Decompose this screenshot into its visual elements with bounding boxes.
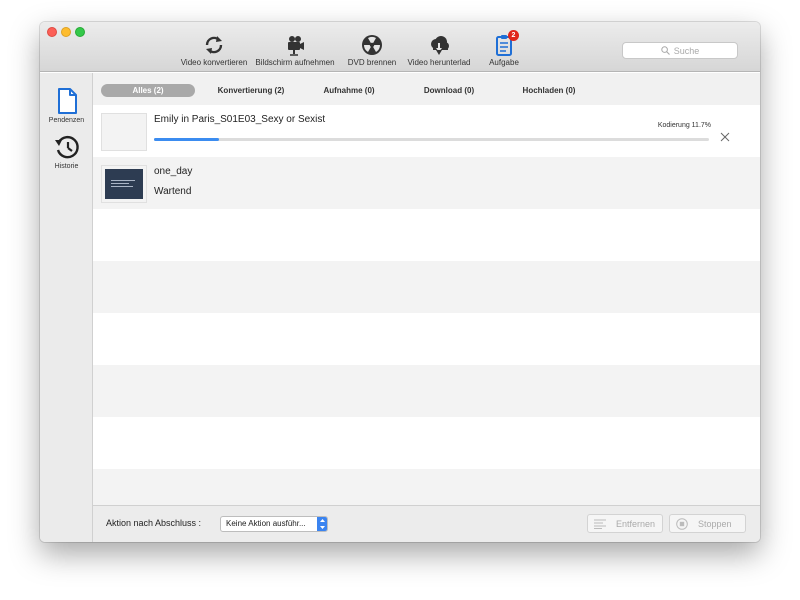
task-list: Emily in Paris_S01E03_Sexy or Sexist Kod… (93, 105, 760, 505)
stop-button-label: Stoppen (698, 518, 732, 529)
tool-dvd-burn[interactable]: DVD brennen (344, 34, 400, 70)
video-thumbnail (101, 165, 147, 203)
tab-download[interactable]: Download (0) (403, 84, 495, 97)
tool-label: Bildschirm aufnehmen (255, 58, 335, 67)
stop-icon (676, 517, 688, 530)
clipboard-icon: 2 (493, 30, 519, 56)
tool-label: Video herunterlad (407, 58, 471, 67)
sidebar-item-label: Historie (54, 163, 79, 170)
search-icon (661, 46, 670, 55)
footer-bar: Aktion nach Abschluss : Keine Aktion aus… (93, 505, 760, 542)
maximize-window-button[interactable] (75, 27, 85, 37)
list-remove-icon (594, 519, 606, 529)
thumbnail-image (105, 169, 143, 199)
minimize-window-button[interactable] (61, 27, 71, 37)
empty-row (93, 417, 760, 469)
app-window: Video konvertieren Bildschirm aufnehmen (40, 22, 760, 542)
tool-label: DVD brennen (347, 58, 397, 67)
toolbar: Video konvertieren Bildschirm aufnehmen (40, 22, 760, 72)
tab-all[interactable]: Alles (2) (101, 84, 195, 97)
task-row[interactable]: one_day Wartend (93, 157, 760, 209)
task-name: Emily in Paris_S01E03_Sexy or Sexist (154, 114, 326, 125)
task-count-badge: 2 (508, 30, 519, 41)
sidebar-item-history[interactable]: Historie (40, 133, 93, 170)
document-icon (54, 87, 80, 115)
tool-task[interactable]: 2 Aufgabe (484, 30, 524, 70)
tab-recording[interactable]: Aufnahme (0) (307, 84, 391, 97)
close-icon[interactable] (720, 132, 730, 142)
cloud-download-icon (428, 34, 450, 56)
remove-button[interactable]: Entfernen (587, 514, 663, 533)
sidebar-item-label: Pendenzen (48, 117, 85, 124)
progress-label: Kodierung 11.7% (657, 122, 711, 129)
task-name: one_day (154, 166, 193, 177)
search-placeholder: Suche (673, 45, 700, 56)
refresh-icon (203, 34, 225, 56)
empty-row (93, 365, 760, 417)
tool-screen-record[interactable]: Bildschirm aufnehmen (254, 34, 336, 70)
after-completion-label: Aktion nach Abschluss : (106, 518, 202, 528)
tool-label: Aufgabe (489, 58, 519, 67)
sidebar: Pendenzen Historie (40, 73, 93, 542)
filter-tabs: Alles (2) Konvertierung (2) Aufnahme (0)… (93, 73, 760, 105)
empty-row (93, 209, 760, 261)
progress-bar (154, 138, 709, 141)
select-value: Keine Aktion ausführ... (226, 519, 306, 528)
search-input[interactable]: Suche (622, 42, 738, 59)
tab-conversion[interactable]: Konvertierung (2) (201, 84, 301, 97)
empty-row (93, 261, 760, 313)
task-row[interactable]: Emily in Paris_S01E03_Sexy or Sexist Kod… (93, 105, 760, 157)
task-status: Wartend (154, 186, 192, 197)
remove-button-label: Entfernen (616, 518, 656, 529)
chevron-updown-icon (317, 517, 327, 531)
close-window-button[interactable] (47, 27, 57, 37)
video-camera-icon (284, 34, 306, 56)
empty-row (93, 313, 760, 365)
video-thumbnail (101, 113, 147, 151)
sidebar-item-pending[interactable]: Pendenzen (40, 87, 93, 124)
progress-fill (154, 138, 219, 141)
after-completion-select[interactable]: Keine Aktion ausführ... (220, 516, 328, 532)
tool-video-convert[interactable]: Video konvertieren (180, 34, 248, 70)
history-icon (54, 133, 80, 161)
radiation-disc-icon (361, 34, 383, 56)
tool-video-download[interactable]: Video herunterlad (406, 34, 472, 70)
tool-label: Video konvertieren (180, 58, 248, 67)
tab-upload[interactable]: Hochladen (0) (505, 84, 593, 97)
empty-row (93, 469, 760, 505)
stop-button[interactable]: Stoppen (669, 514, 746, 533)
